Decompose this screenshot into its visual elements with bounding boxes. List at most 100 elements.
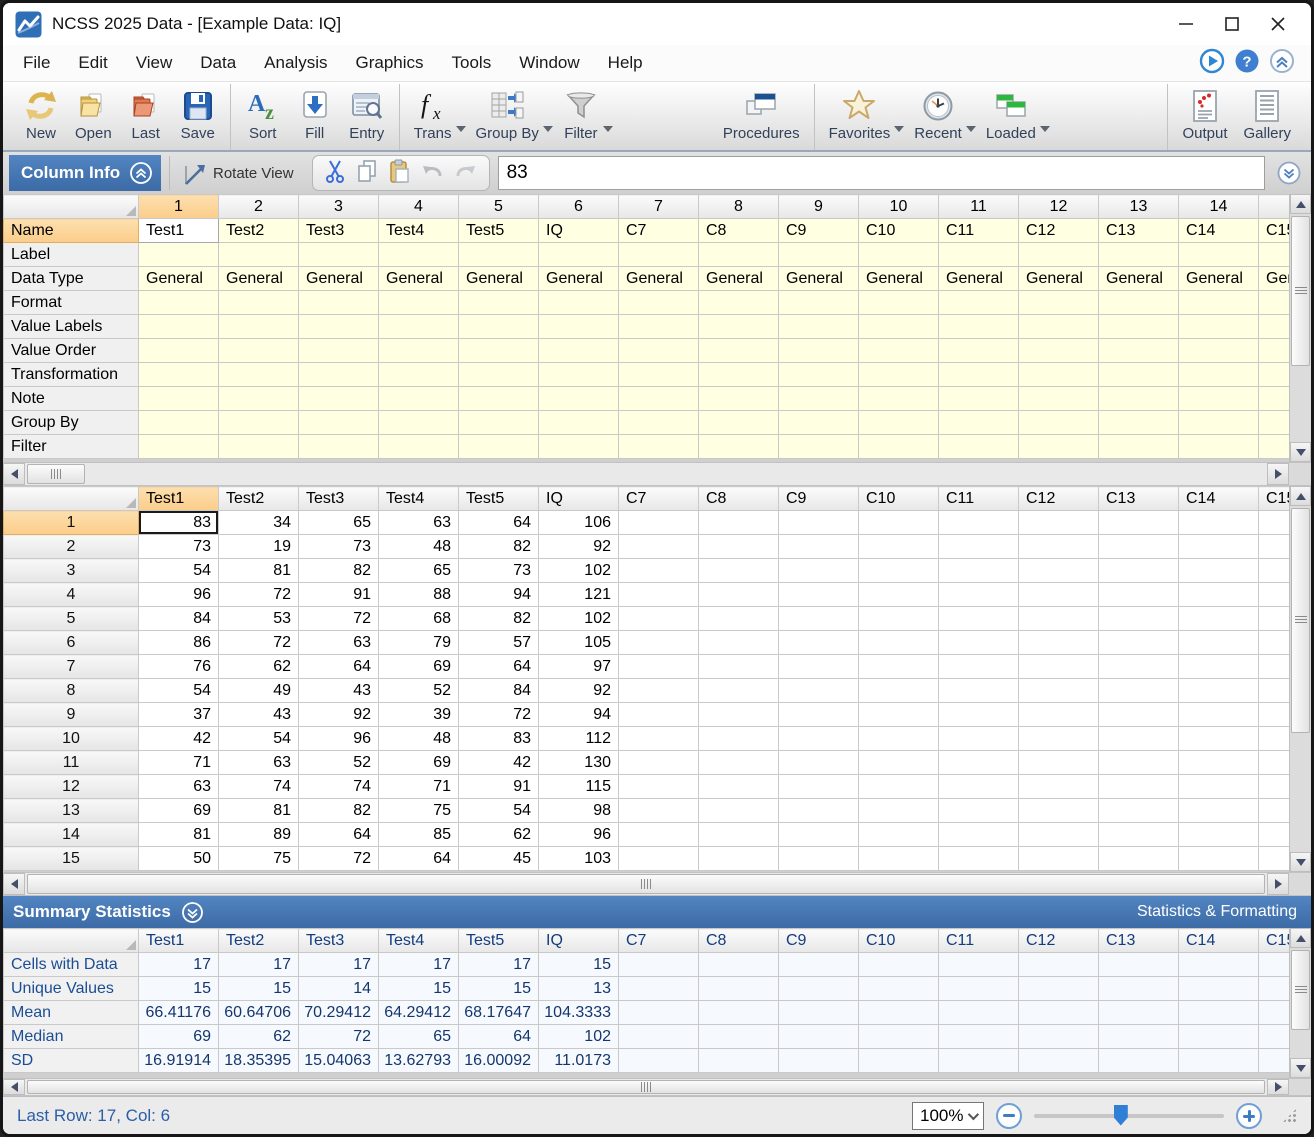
data-cell[interactable] bbox=[1099, 703, 1179, 727]
data-cell[interactable] bbox=[619, 607, 699, 631]
row-number-header[interactable]: 12 bbox=[4, 775, 139, 799]
zoom-in-button[interactable] bbox=[1236, 1103, 1262, 1129]
column-name-header[interactable]: C13 bbox=[1099, 487, 1179, 511]
zoom-slider-handle[interactable] bbox=[1114, 1105, 1128, 1126]
column-info-cell[interactable]: General bbox=[1179, 267, 1259, 291]
data-cell[interactable] bbox=[859, 799, 939, 823]
column-info-cell[interactable]: C9 bbox=[779, 219, 859, 243]
data-cell[interactable] bbox=[1179, 751, 1259, 775]
column-info-cell[interactable] bbox=[779, 315, 859, 339]
column-number-header[interactable]: 2 bbox=[219, 195, 299, 219]
data-cell[interactable]: 102 bbox=[539, 607, 619, 631]
data-cell[interactable]: 96 bbox=[539, 823, 619, 847]
column-number-header[interactable]: 9 bbox=[779, 195, 859, 219]
data-cell[interactable] bbox=[779, 823, 859, 847]
data-cell[interactable] bbox=[1019, 799, 1099, 823]
data-cell[interactable] bbox=[1019, 823, 1099, 847]
data-cell[interactable]: 84 bbox=[459, 679, 539, 703]
column-name-header[interactable]: C8 bbox=[699, 487, 779, 511]
column-name-header[interactable]: C11 bbox=[939, 487, 1019, 511]
data-cell[interactable]: 54 bbox=[139, 559, 219, 583]
data-cell[interactable]: 48 bbox=[379, 535, 459, 559]
scroll-left-icon[interactable] bbox=[3, 873, 25, 895]
data-cell[interactable] bbox=[1099, 823, 1179, 847]
data-cell[interactable] bbox=[699, 847, 779, 871]
summary-column-header[interactable]: C11 bbox=[939, 929, 1019, 953]
data-cell[interactable]: 64 bbox=[299, 655, 379, 679]
data-cell[interactable] bbox=[1179, 583, 1259, 607]
data-cell[interactable]: 54 bbox=[139, 679, 219, 703]
column-info-row-label[interactable]: Label bbox=[4, 243, 139, 267]
summary-column-header[interactable]: Test3 bbox=[299, 929, 379, 953]
data-cell[interactable] bbox=[1099, 751, 1179, 775]
data-cell[interactable] bbox=[699, 751, 779, 775]
column-info-cell[interactable] bbox=[1019, 387, 1099, 411]
column-info-cell[interactable] bbox=[859, 363, 939, 387]
menu-item-edit[interactable]: Edit bbox=[64, 48, 121, 77]
column-number-header[interactable]: 14 bbox=[1179, 195, 1259, 219]
data-cell[interactable] bbox=[1099, 799, 1179, 823]
column-info-cell[interactable] bbox=[539, 363, 619, 387]
column-info-cell[interactable] bbox=[1179, 411, 1259, 435]
fill-button[interactable]: Fill bbox=[289, 84, 341, 150]
data-cell[interactable] bbox=[1179, 535, 1259, 559]
column-info-cell[interactable] bbox=[939, 315, 1019, 339]
data-cell[interactable]: 94 bbox=[539, 703, 619, 727]
scroll-right-icon[interactable] bbox=[1267, 1079, 1289, 1095]
row-number-header[interactable]: 4 bbox=[4, 583, 139, 607]
data-cell[interactable] bbox=[1179, 655, 1259, 679]
row-number-header[interactable]: 1 bbox=[4, 511, 139, 535]
data-cell[interactable] bbox=[619, 823, 699, 847]
column-info-cell[interactable] bbox=[539, 435, 619, 459]
column-info-cell[interactable]: General bbox=[459, 267, 539, 291]
data-cell[interactable] bbox=[859, 511, 939, 535]
column-info-cell[interactable] bbox=[379, 411, 459, 435]
data-cell[interactable] bbox=[939, 751, 1019, 775]
data-cell[interactable] bbox=[699, 535, 779, 559]
column-info-row-label[interactable]: Value Labels bbox=[4, 315, 139, 339]
data-cell[interactable] bbox=[1179, 511, 1259, 535]
column-info-cell[interactable] bbox=[139, 363, 219, 387]
column-name-header[interactable]: C14 bbox=[1179, 487, 1259, 511]
row-number-header[interactable]: 5 bbox=[4, 607, 139, 631]
data-cell[interactable]: 49 bbox=[219, 679, 299, 703]
summary-column-header[interactable]: C9 bbox=[779, 929, 859, 953]
data-cell[interactable]: 79 bbox=[379, 631, 459, 655]
scroll-down-icon[interactable] bbox=[1290, 852, 1311, 872]
column-info-cell[interactable] bbox=[779, 291, 859, 315]
column-info-cell[interactable] bbox=[699, 411, 779, 435]
column-info-cell[interactable] bbox=[539, 243, 619, 267]
column-info-cell[interactable]: C13 bbox=[1099, 219, 1179, 243]
column-info-panel-button[interactable]: Column Info bbox=[9, 155, 161, 191]
help-button[interactable]: ? bbox=[1234, 48, 1260, 79]
data-cell[interactable] bbox=[1019, 751, 1099, 775]
column-number-header[interactable]: 7 bbox=[619, 195, 699, 219]
entry-button[interactable]: Entry bbox=[341, 84, 393, 150]
data-cell[interactable] bbox=[859, 583, 939, 607]
data-cell[interactable]: 63 bbox=[219, 751, 299, 775]
scroll-right-icon[interactable] bbox=[1267, 873, 1289, 895]
column-info-cell[interactable] bbox=[779, 387, 859, 411]
column-info-cell[interactable]: General bbox=[939, 267, 1019, 291]
column-info-cell[interactable] bbox=[619, 363, 699, 387]
menu-item-analysis[interactable]: Analysis bbox=[250, 48, 341, 77]
column-info-cell[interactable] bbox=[219, 363, 299, 387]
data-cell[interactable] bbox=[1099, 535, 1179, 559]
data-cell[interactable]: 83 bbox=[139, 511, 219, 535]
row-number-header[interactable]: 10 bbox=[4, 727, 139, 751]
data-cell[interactable] bbox=[939, 823, 1019, 847]
run-button[interactable] bbox=[1199, 48, 1225, 79]
data-cell[interactable] bbox=[859, 655, 939, 679]
data-cell[interactable]: 65 bbox=[299, 511, 379, 535]
data-cell[interactable]: 76 bbox=[139, 655, 219, 679]
zoom-slider[interactable] bbox=[1034, 1103, 1224, 1129]
column-info-cell[interactable] bbox=[699, 291, 779, 315]
column-info-cell[interactable] bbox=[939, 339, 1019, 363]
data-cell[interactable] bbox=[699, 703, 779, 727]
data-cell[interactable] bbox=[939, 607, 1019, 631]
column-info-cell[interactable] bbox=[779, 339, 859, 363]
row-number-header[interactable]: 8 bbox=[4, 679, 139, 703]
column-info-cell[interactable] bbox=[299, 291, 379, 315]
column-number-header[interactable]: 1 bbox=[139, 195, 219, 219]
column-info-cell[interactable]: C8 bbox=[699, 219, 779, 243]
